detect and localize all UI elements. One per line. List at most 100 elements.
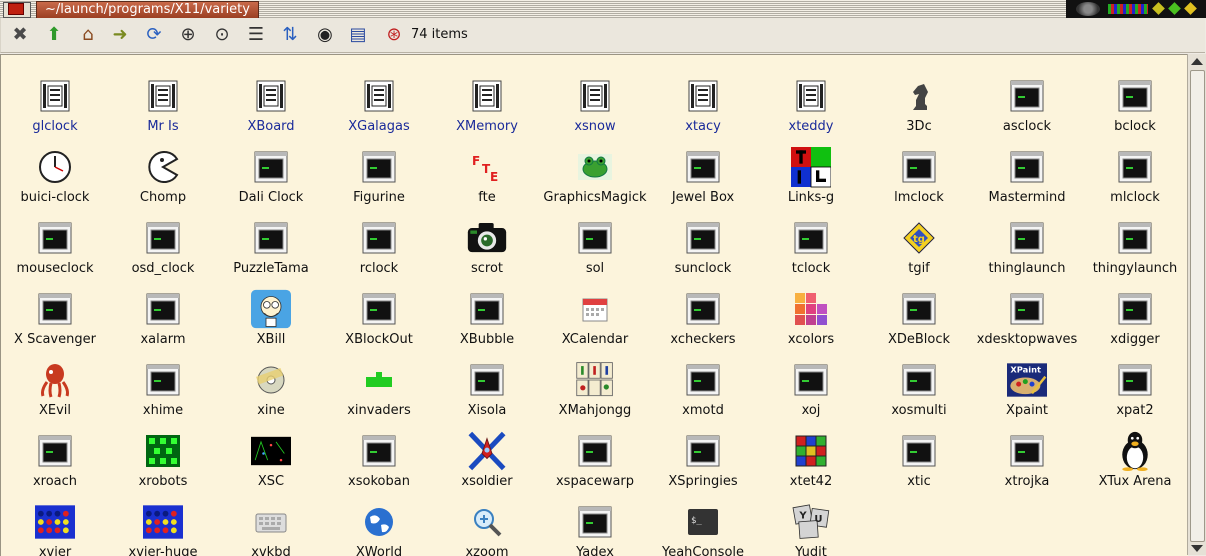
file-icon-item[interactable]: xcolors bbox=[757, 278, 865, 347]
file-icon-item[interactable]: XTux Arena bbox=[1081, 420, 1188, 489]
file-icon-item[interactable]: xroach bbox=[1, 420, 109, 489]
file-icon-item[interactable]: glclock bbox=[1, 65, 109, 134]
maximize-icon[interactable] bbox=[1168, 2, 1181, 15]
file-icon-item[interactable]: XMahjongg bbox=[541, 349, 649, 418]
file-icon-item[interactable]: XGalagas bbox=[325, 65, 433, 134]
file-icon-item[interactable]: xmotd bbox=[649, 349, 757, 418]
file-icon-item[interactable]: osd_clock bbox=[109, 207, 217, 276]
file-icon-item[interactable]: thinglaunch bbox=[973, 207, 1081, 276]
file-icon-item[interactable]: xoj bbox=[757, 349, 865, 418]
file-icon-item[interactable]: xsnow bbox=[541, 65, 649, 134]
file-icon-item[interactable]: Figurine bbox=[325, 136, 433, 205]
sort-button[interactable]: ⇅ bbox=[277, 22, 303, 48]
file-icon-item[interactable]: X Scavenger bbox=[1, 278, 109, 347]
file-icon-item[interactable]: xtrojka bbox=[973, 420, 1081, 489]
file-icon-item[interactable]: XMemory bbox=[433, 65, 541, 134]
file-icon-item[interactable]: xtic bbox=[865, 420, 973, 489]
terminal-window-icon bbox=[251, 219, 291, 257]
file-icon-item[interactable]: GraphicsMagick bbox=[541, 136, 649, 205]
file-icon-item[interactable]: XBubble bbox=[433, 278, 541, 347]
file-icon-item[interactable]: xteddy bbox=[757, 65, 865, 134]
refresh-button[interactable]: ⟳ bbox=[141, 22, 167, 48]
file-icon-item[interactable]: XCalendar bbox=[541, 278, 649, 347]
scroll-up-icon[interactable] bbox=[1191, 58, 1203, 65]
file-icon-item[interactable]: thingylaunch bbox=[1081, 207, 1188, 276]
file-label: GraphicsMagick bbox=[543, 190, 647, 205]
terminal-window-icon bbox=[251, 148, 291, 186]
title-bar[interactable]: ~/launch/programs/X11/variety bbox=[0, 0, 1206, 18]
file-icon-item[interactable]: xzoom bbox=[433, 491, 541, 556]
file-icon-item[interactable]: xrobots bbox=[109, 420, 217, 489]
file-icon-item[interactable]: Links-g bbox=[757, 136, 865, 205]
file-icon-item[interactable]: sunclock bbox=[649, 207, 757, 276]
file-icon-item[interactable]: xvier-huge bbox=[109, 491, 217, 556]
file-icon-item[interactable]: XSpringies bbox=[649, 420, 757, 489]
file-icon-item[interactable]: scrot bbox=[433, 207, 541, 276]
file-icon-item[interactable]: F T E fte bbox=[433, 136, 541, 205]
zoom-fit-button[interactable]: ⊙ bbox=[209, 22, 235, 48]
file-icon-item[interactable]: buici-clock bbox=[1, 136, 109, 205]
minimize-icon[interactable] bbox=[1184, 2, 1197, 15]
file-icon-item[interactable]: xtet42 bbox=[757, 420, 865, 489]
vertical-scrollbar[interactable] bbox=[1187, 54, 1206, 555]
file-icon-item[interactable]: PuzzleTama bbox=[217, 207, 325, 276]
scroll-down-icon[interactable] bbox=[1191, 545, 1203, 552]
window-close-icon[interactable] bbox=[8, 3, 24, 15]
file-icon-item[interactable]: xsoldier bbox=[433, 420, 541, 489]
file-icon-item[interactable]: xvier bbox=[1, 491, 109, 556]
file-icon-item[interactable]: Y U Yudit bbox=[757, 491, 865, 556]
file-icon-item[interactable]: rclock bbox=[325, 207, 433, 276]
file-icon-item[interactable]: xinvaders bbox=[325, 349, 433, 418]
file-icon-item[interactable]: Mastermind bbox=[973, 136, 1081, 205]
select-button[interactable]: ▤ bbox=[345, 22, 371, 48]
home-button[interactable]: ⌂ bbox=[75, 22, 101, 48]
file-icon-item[interactable]: Xisola bbox=[433, 349, 541, 418]
file-icon-item[interactable]: XDeBlock bbox=[865, 278, 973, 347]
file-icon-item[interactable]: bclock bbox=[1081, 65, 1188, 134]
file-icon-item[interactable]: XBlockOut bbox=[325, 278, 433, 347]
file-icon-item[interactable]: xdesktopwaves bbox=[973, 278, 1081, 347]
file-icon-item[interactable]: mlclock bbox=[1081, 136, 1188, 205]
file-icon-item[interactable]: xcheckers bbox=[649, 278, 757, 347]
file-icon-item[interactable]: $_ YeahConsole bbox=[649, 491, 757, 556]
file-icon-item[interactable]: XSC bbox=[217, 420, 325, 489]
scrollbar-thumb[interactable] bbox=[1190, 70, 1205, 542]
file-icon-item[interactable]: XPaint Xpaint bbox=[973, 349, 1081, 418]
show-hidden-button[interactable]: ◉ bbox=[312, 22, 338, 48]
file-icon-item[interactable]: XBill bbox=[217, 278, 325, 347]
details-view-button[interactable]: ☰ bbox=[243, 22, 269, 48]
file-icon-item[interactable]: xhime bbox=[109, 349, 217, 418]
file-icon-item[interactable]: xalarm bbox=[109, 278, 217, 347]
file-icon-item[interactable]: xtacy bbox=[649, 65, 757, 134]
file-icon-item[interactable]: Dali Clock bbox=[217, 136, 325, 205]
file-icon-item[interactable]: 3Dc bbox=[865, 65, 973, 134]
close-button[interactable]: ✖ bbox=[7, 22, 33, 48]
file-icon-item[interactable]: mouseclock bbox=[1, 207, 109, 276]
shade-icon[interactable] bbox=[1152, 2, 1165, 15]
file-icon-item[interactable]: asclock bbox=[973, 65, 1081, 134]
zoom-in-button[interactable]: ⊕ bbox=[175, 22, 201, 48]
file-icon-item[interactable]: tclock bbox=[757, 207, 865, 276]
file-icon-item[interactable]: Yadex bbox=[541, 491, 649, 556]
file-icon-item[interactable]: xine bbox=[217, 349, 325, 418]
file-icon-item[interactable]: Mr Is bbox=[109, 65, 217, 134]
file-icon-item[interactable]: Chomp bbox=[109, 136, 217, 205]
file-view[interactable]: glclock Mr Is XBoard XGalagas XMemory xsnow xt… bbox=[0, 54, 1188, 556]
file-icon-item[interactable]: XEvil bbox=[1, 349, 109, 418]
file-icon-item[interactable]: Jewel Box bbox=[649, 136, 757, 205]
file-icon-item[interactable]: xvkbd bbox=[217, 491, 325, 556]
file-icon-item[interactable]: xpat2 bbox=[1081, 349, 1188, 418]
gear-icon[interactable] bbox=[1076, 2, 1100, 16]
parent-dir-button[interactable]: ⬆ bbox=[41, 22, 67, 48]
file-icon-item[interactable]: xspacewarp bbox=[541, 420, 649, 489]
file-icon-item[interactable]: lmclock bbox=[865, 136, 973, 205]
file-icon-item[interactable]: xdigger bbox=[1081, 278, 1188, 347]
file-icon-item[interactable]: xsokoban bbox=[325, 420, 433, 489]
go-button[interactable]: ➜ bbox=[107, 22, 133, 48]
file-icon-item[interactable]: sol bbox=[541, 207, 649, 276]
file-icon-item[interactable]: XBoard bbox=[217, 65, 325, 134]
file-icon-item[interactable]: tg tgif bbox=[865, 207, 973, 276]
help-button[interactable]: ⊛ bbox=[381, 22, 407, 48]
file-icon-item[interactable]: XWorld bbox=[325, 491, 433, 556]
file-icon-item[interactable]: xosmulti bbox=[865, 349, 973, 418]
